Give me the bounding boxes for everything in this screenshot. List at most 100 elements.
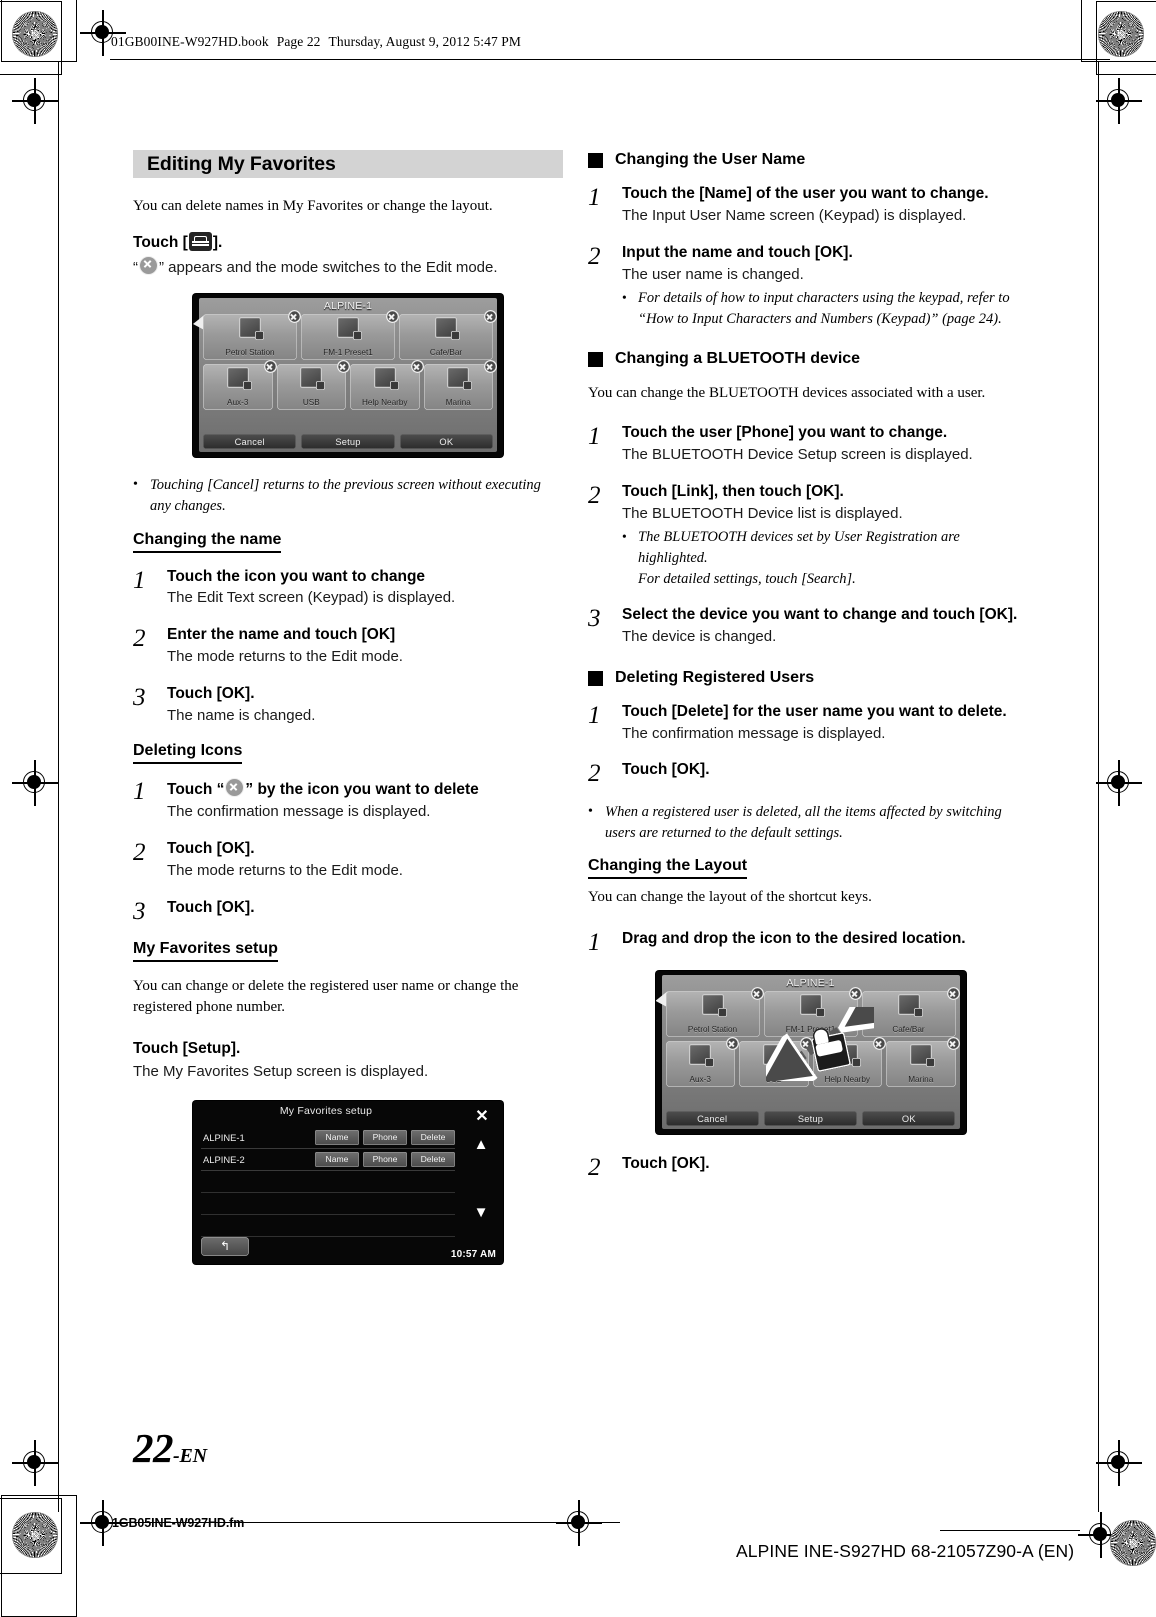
favorite-item[interactable]: Petrol Station: [665, 987, 764, 1038]
favorite-item[interactable]: Marina: [423, 360, 497, 411]
step-description: The device is changed.: [622, 628, 777, 645]
favorite-item-label: Petrol Station: [225, 348, 275, 358]
cafe-bar-icon: [897, 994, 923, 1018]
header-date: Thursday, August 9, 2012 5:47 PM: [328, 34, 522, 49]
favorite-item[interactable]: USB: [739, 1037, 813, 1088]
phone-button[interactable]: Phone: [363, 1151, 407, 1167]
name-button[interactable]: Name: [315, 1129, 359, 1145]
favorites-edit-screenshot: ALPINE-1 Petrol Station FM-1 Preset1 Caf…: [193, 294, 503, 458]
phone-button[interactable]: Phone: [363, 1129, 407, 1145]
delete-favorite-button[interactable]: [484, 310, 497, 324]
step-number: 2: [588, 1154, 601, 1182]
scroll-down-icon[interactable]: ▼: [466, 1199, 496, 1229]
favorite-item[interactable]: Help Nearby: [350, 360, 424, 411]
intro-paragraph: You can delete names in My Favorites or …: [133, 198, 493, 214]
delete-favorite-button[interactable]: [750, 987, 764, 1001]
step-title: Touch [OK].: [167, 898, 255, 916]
step-number: 3: [133, 683, 146, 711]
setup-button[interactable]: Setup: [301, 434, 395, 450]
delete-x-icon: [139, 255, 158, 275]
usb-icon: [300, 367, 326, 391]
delete-favorite-button[interactable]: [263, 360, 277, 374]
step-number: 3: [133, 897, 146, 925]
delete-favorite-button[interactable]: [484, 360, 497, 374]
step-number: 1: [588, 184, 601, 211]
delete-button[interactable]: Delete: [411, 1151, 455, 1167]
close-icon[interactable]: ✕: [467, 1105, 497, 1127]
step: 2 Touch [Link], then touch [OK]. The BLU…: [588, 482, 1033, 589]
starburst-mark-bottom-right: [1110, 1520, 1156, 1566]
cancel-button[interactable]: Cancel: [665, 1111, 759, 1127]
footer-model-code: ALPINE INE-S927HD 68-21057Z90-A (EN): [736, 1541, 1075, 1561]
my-favorites-setup-body: You can change or delete the registered …: [133, 977, 519, 1016]
step: 2 Touch [OK]. The mode returns to the Ed…: [133, 839, 563, 882]
setup-screen-title: My Favorites setup: [279, 1104, 373, 1117]
step-title: Touch [OK].: [167, 684, 255, 702]
favorite-item[interactable]: Aux-3: [203, 360, 277, 411]
delete-button[interactable]: Delete: [411, 1129, 455, 1145]
delete-x-icon: [225, 778, 245, 798]
corner-box-bottom-left-2: [0, 1498, 62, 1574]
favorite-item[interactable]: Petrol Station: [203, 310, 301, 361]
delete-favorite-button[interactable]: [946, 1037, 960, 1051]
bullet-dot: •: [133, 477, 138, 493]
scroll-up-icon[interactable]: ▲: [466, 1131, 496, 1161]
step: 3 Touch [OK].: [133, 898, 563, 924]
delete-favorite-button[interactable]: [873, 1037, 886, 1051]
name-button[interactable]: Name: [315, 1151, 359, 1167]
delete-favorite-button[interactable]: [946, 987, 960, 1001]
setup-button[interactable]: Setup: [763, 1111, 858, 1127]
step-title-pre: Touch “: [167, 781, 225, 799]
my-favorites-setup-screenshot: My Favorites setup ✕ ALPINE-1 Name Phone…: [193, 1100, 503, 1264]
heading-changing-user-name: Changing the User Name: [588, 150, 1033, 170]
step: 1 Touch “ ” by the icon you want to delet…: [133, 778, 563, 823]
heading-deleting-icons: Deleting Icons: [133, 742, 243, 765]
setup-user-list: ALPINE-1 Name Phone Delete ALPINE-2 Name…: [201, 1127, 455, 1237]
favorite-item[interactable]: Cafe/Bar: [399, 310, 497, 361]
favorite-item[interactable]: Aux-3: [665, 1037, 739, 1088]
table-row[interactable]: ALPINE-1 Name Phone Delete: [201, 1127, 455, 1149]
step: 1 Drag and drop the icon to the desired …: [588, 929, 1033, 955]
favorites-row-1: Petrol Station FM-1 Preset1 Cafe/Bar: [203, 310, 497, 361]
corner-box-top-right-2: [1096, 1, 1156, 75]
delete-favorite-button[interactable]: [410, 360, 424, 374]
favorite-item-label: Marina: [908, 1075, 934, 1085]
delete-favorite-button[interactable]: [386, 310, 399, 324]
ok-button[interactable]: OK: [399, 434, 493, 450]
bullet-dot: •: [622, 290, 627, 306]
subsection-changing-the-layout: Changing the Layout You can change the l…: [588, 857, 1033, 1180]
step-description: The confirmation message is displayed.: [622, 724, 886, 742]
step-description: The user name is changed.: [622, 265, 804, 283]
cancel-button[interactable]: Cancel: [203, 434, 297, 450]
crosshair-left-lower: [12, 1440, 58, 1486]
aux-icon: [689, 1044, 715, 1068]
step-note-text: The BLUETOOTH devices set by User Regist…: [638, 527, 1033, 589]
favorites-screen-body: ALPINE-1 Petrol Station FM-1 Preset1 Caf…: [193, 298, 497, 453]
touch-setup-description: The My Favorites Setup screen is display…: [133, 1062, 429, 1080]
step-title-post: ” by the icon you want to delete: [245, 781, 479, 799]
favorite-item-label: Cafe/Bar: [429, 348, 463, 358]
delete-favorite-button[interactable]: [337, 360, 350, 374]
favorite-item[interactable]: Cafe/Bar: [861, 987, 960, 1038]
favorite-item[interactable]: USB: [276, 360, 350, 411]
square-bullet-icon: [588, 670, 603, 686]
table-row[interactable]: ALPINE-2 Name Phone Delete: [201, 1149, 455, 1171]
corner-box-top-left-2: [0, 1, 62, 75]
favorite-item[interactable]: FM-1 Preset1: [763, 987, 862, 1038]
favorite-item-label: USB: [302, 398, 320, 408]
favorite-item[interactable]: FM-1 Preset1: [301, 310, 399, 361]
step-number: 1: [588, 929, 601, 957]
favorite-item[interactable]: Marina: [886, 1037, 960, 1088]
square-bullet-icon: [588, 153, 603, 168]
back-button[interactable]: ↰: [201, 1236, 249, 1256]
step-number: 2: [588, 481, 601, 509]
heading-changing-the-layout: Changing the Layout: [588, 857, 748, 880]
step-title: Touch the icon you want to change: [167, 567, 426, 585]
ok-button[interactable]: OK: [862, 1111, 956, 1127]
delete-favorite-button[interactable]: [848, 987, 862, 1001]
hand-cursor-icon: [810, 1032, 851, 1073]
step-title: Touch [OK].: [622, 761, 710, 779]
delete-favorite-button[interactable]: [726, 1037, 739, 1051]
heading-changing-the-name: Changing the name: [133, 531, 282, 553]
delete-favorite-button[interactable]: [288, 310, 301, 324]
